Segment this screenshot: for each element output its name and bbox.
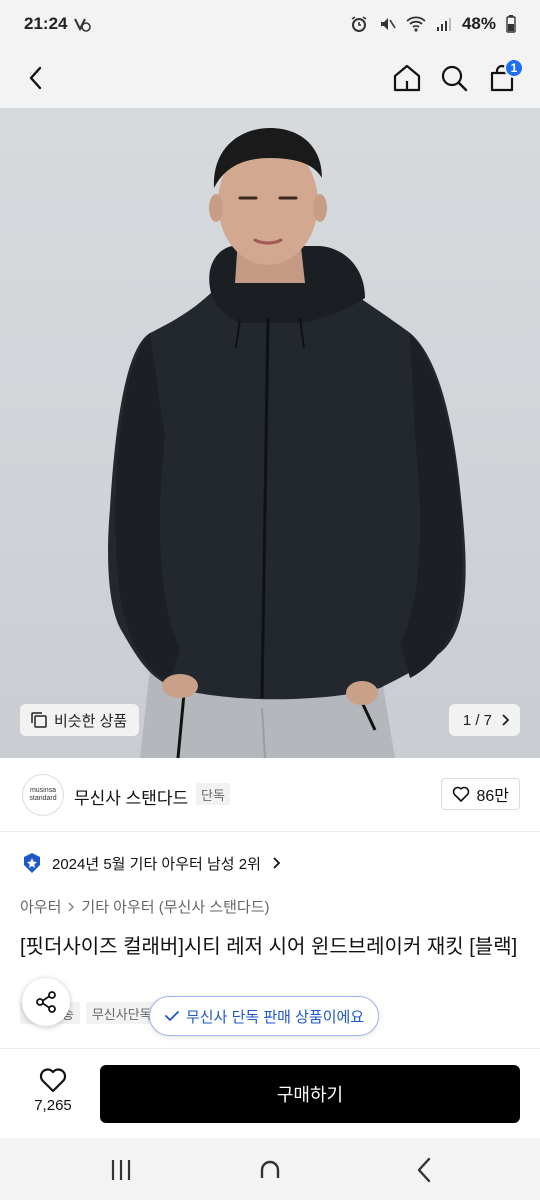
status-icons: 48% [350, 14, 516, 34]
wifi-icon [406, 16, 426, 32]
image-page-text: 1 / 7 [462, 711, 492, 729]
image-page-indicator[interactable]: 1 / 7 [448, 704, 520, 736]
brand-row: musinsa standard 무신사 스탠다드 단독 86만 [0, 758, 540, 832]
heart-icon [453, 786, 470, 802]
product-title: [핏더사이즈 컬래버]시티 레저 시어 윈드브레이커 재킷 [블랙] [20, 936, 518, 958]
home-system-button[interactable] [248, 1152, 292, 1188]
home-button[interactable] [385, 56, 429, 100]
brand-name[interactable]: 무신사 스탠다드 [74, 784, 188, 809]
wishlist-count: 7,265 [34, 1097, 72, 1114]
purchase-bar: 7,265 구매하기 [0, 1048, 540, 1138]
cart-count-badge: 1 [504, 58, 524, 78]
breadcrumb: 아우터 기타 아우터 (무신사 스탠다드) [20, 896, 270, 917]
share-button[interactable] [22, 978, 70, 1026]
screen: 21:24 48% 1 비슷한 상품 1 / 7 musinsa standar… [0, 0, 540, 1200]
check-icon [165, 1011, 179, 1021]
chevron-left-icon [417, 1157, 431, 1183]
product-image-carousel[interactable]: 비슷한 상품 1 / 7 [0, 108, 540, 758]
signal-icon [436, 18, 451, 31]
product-tag: 무신사단독 [85, 1002, 158, 1024]
brand-logo-line2: standard [29, 795, 57, 802]
system-navigation-bar [0, 1138, 540, 1200]
mute-icon [380, 18, 396, 30]
search-button[interactable] [432, 56, 476, 100]
status-bar: 21:24 48% [0, 0, 540, 48]
buy-button-label: 구매하기 [276, 1085, 344, 1105]
chevron-right-icon [68, 901, 75, 912]
recent-apps-button[interactable] [99, 1152, 143, 1188]
brand-logo-line1: musinsa [29, 787, 57, 794]
back-button[interactable] [14, 56, 58, 100]
system-back-button[interactable] [402, 1152, 446, 1188]
buy-button[interactable]: 구매하기 [100, 1065, 520, 1123]
breadcrumb-item[interactable]: 기타 아우터 (무신사 스탠다드) [81, 896, 269, 917]
chevron-left-icon [29, 66, 42, 90]
battery-icon [506, 15, 516, 33]
similar-items-icon [31, 712, 47, 728]
exclusive-toast-text: 무신사 단독 판매 상품이에요 [186, 1008, 365, 1026]
brand-logo[interactable]: musinsa standard [22, 774, 64, 816]
ranking-link[interactable]: 2024년 5월 기타 아우터 남성 2위 [22, 852, 281, 874]
brand-like-count: 86만 [476, 788, 509, 805]
brand-exclusive-tag: 단독 [196, 783, 230, 805]
ranking-text: 2024년 5월 기타 아우터 남성 2위 [52, 855, 261, 873]
exclusive-toast: 무신사 단독 판매 상품이에요 [149, 996, 380, 1036]
status-time: 21:24 [24, 14, 68, 33]
status-time-group: 21:24 [24, 14, 92, 34]
cart-button[interactable]: 1 [480, 56, 524, 100]
heart-icon [39, 1068, 67, 1093]
similar-products-label: 비슷한 상품 [54, 712, 128, 730]
share-icon [36, 991, 56, 1013]
battery-percent: 48% [461, 14, 496, 33]
home-icon [393, 64, 421, 92]
chevron-right-icon [273, 857, 281, 869]
similar-products-button[interactable]: 비슷한 상품 [20, 704, 140, 736]
ranking-badge-icon [24, 853, 40, 873]
wishlist-button[interactable]: 7,265 [18, 1067, 88, 1114]
breadcrumb-item[interactable]: 아우터 [20, 896, 61, 917]
brand-like-button[interactable]: 86만 [441, 778, 520, 810]
recent-apps-icon [111, 1160, 131, 1180]
search-icon [441, 65, 468, 92]
data-saver-icon [74, 18, 92, 32]
top-navigation: 1 [0, 48, 540, 108]
home-arch-icon [260, 1160, 280, 1178]
alarm-icon [351, 16, 367, 32]
chevron-right-icon [502, 714, 510, 726]
product-photo [108, 128, 466, 758]
